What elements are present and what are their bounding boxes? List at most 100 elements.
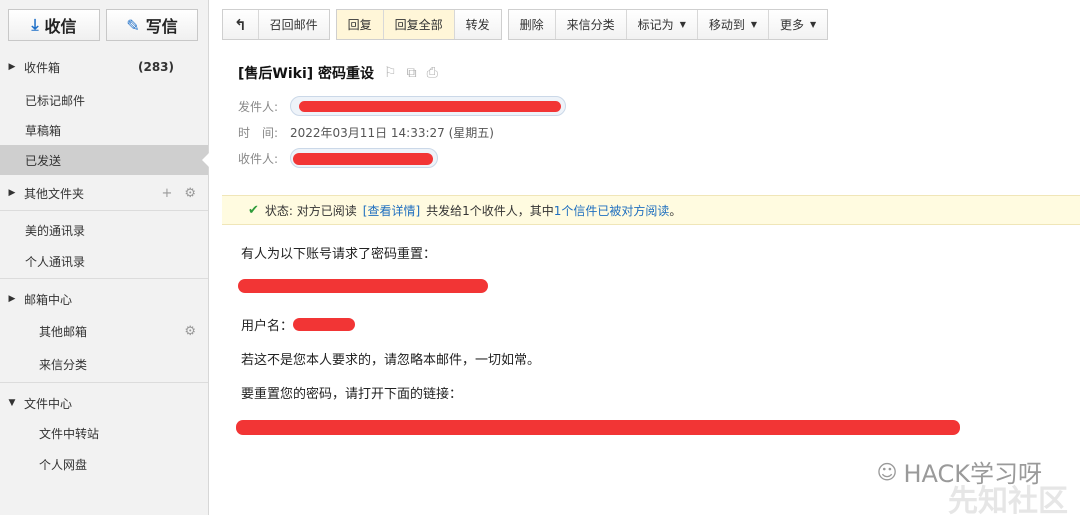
sidebar-item-company-contacts[interactable]: 美的通讯录 — [0, 215, 208, 245]
mail-toolbar: ↰ 召回邮件 回复 回复全部 转发 删除 来信分类 标记为 ▼ 移动到 ▼ 更多 ▼ — [222, 9, 829, 40]
view-details-link[interactable]: [查看详情] — [363, 202, 420, 219]
back-group: ↰ 召回邮件 — [222, 9, 330, 40]
recipient-chip[interactable] — [290, 148, 438, 168]
dropdown-arrow-icon: ▼ — [810, 20, 817, 29]
sidebar-item-other-mailbox[interactable]: 其他邮箱 ⚙ — [0, 316, 208, 346]
sidebar-item-personal-disk[interactable]: 个人网盘 — [0, 449, 208, 479]
sidebar-item-flagged[interactable]: 已标记邮件 — [0, 85, 208, 115]
wechat-icon: ☺ — [876, 459, 898, 484]
to-label: 收件人: — [238, 151, 279, 166]
to-row: 收件人: — [238, 148, 438, 168]
sidebar-item-personal-contacts[interactable]: 个人通讯录 — [0, 246, 208, 276]
summary-prefix: 共发给1个收件人，其中 — [426, 203, 554, 218]
mark-as-dropdown[interactable]: 标记为 ▼ — [626, 10, 698, 39]
move-to-dropdown[interactable]: 移动到 ▼ — [697, 10, 770, 39]
sidebar-item-label: 来信分类 — [39, 357, 88, 372]
delete-button[interactable]: 删除 — [508, 10, 556, 39]
mail-subject: [售后Wiki] 密码重设 ⚐ ⧉ ⎙ — [238, 63, 438, 83]
read-count-link[interactable]: 1个信件已被对方阅读 — [554, 204, 670, 218]
redaction — [293, 318, 356, 331]
sidebar-item-label: 邮箱中心 — [24, 292, 73, 307]
reply-button[interactable]: 回复 — [336, 10, 384, 39]
redaction — [238, 279, 488, 293]
forward-button[interactable]: 转发 — [454, 10, 501, 39]
divider — [0, 210, 208, 211]
sidebar-item-label: 个人网盘 — [39, 457, 88, 472]
reply-group: 回复 回复全部 转发 — [335, 9, 502, 40]
body-line-1: 有人为以下账号请求了密码重置： — [241, 247, 437, 262]
dropdown-arrow-icon: ▼ — [679, 20, 686, 29]
expand-arrow-icon[interactable]: ▶ — [0, 62, 24, 72]
sidebar-item-label: 收件箱 — [24, 60, 61, 75]
sidebar-item-file-center[interactable]: ▼ 文件中心 — [0, 388, 208, 418]
mailbox-tools: ⚙ — [184, 324, 196, 339]
sender-chip[interactable] — [290, 96, 566, 116]
time-row: 时 间: 2022年03月11日 14:33:27 (星期五) — [238, 124, 494, 141]
add-folder-icon[interactable]: + — [161, 186, 172, 201]
subject-text: [售后Wiki] 密码重设 — [238, 66, 375, 82]
gear-icon[interactable]: ⚙ — [184, 186, 196, 201]
back-arrow-icon: ↰ — [234, 15, 247, 34]
move-to-label: 移动到 — [708, 18, 745, 32]
sidebar-item-label: 已发送 — [25, 153, 62, 168]
gear-icon[interactable]: ⚙ — [184, 324, 196, 339]
from-row: 发件人: — [238, 96, 566, 116]
compose-mail-button[interactable]: ✎ 写信 — [106, 9, 198, 41]
divider — [0, 278, 208, 279]
reset-link-redaction[interactable] — [236, 420, 960, 435]
from-label: 发件人: — [238, 99, 279, 114]
sidebar-item-mail-center[interactable]: ▶ 邮箱中心 — [0, 284, 208, 314]
more-label: 更多 — [780, 18, 805, 32]
divider — [0, 382, 208, 383]
pencil-icon: ✎ — [126, 15, 140, 35]
compose-row: ⤓ 收信 ✎ 写信 — [8, 9, 198, 41]
reply-all-button[interactable]: 回复全部 — [383, 10, 455, 39]
folder-tools: + ⚙ — [161, 186, 196, 201]
read-status-bar: ✔ 状态: 对方已阅读 [查看详情] 共发给1个收件人，其中1个信件已被对方阅读… — [222, 195, 1080, 225]
collapse-arrow-icon[interactable]: ▼ — [0, 398, 24, 408]
mark-as-label: 标记为 — [637, 18, 674, 32]
watermark-secondary: 先知社区 — [948, 484, 1068, 519]
flag-icon[interactable]: ⚐ — [384, 65, 397, 81]
expand-arrow-icon[interactable]: ▶ — [0, 294, 24, 304]
sidebar-item-label: 已标记邮件 — [25, 93, 86, 108]
status-text: 状态: 对方已阅读 — [264, 203, 357, 218]
sidebar-item-sent[interactable]: 已发送 — [0, 145, 209, 175]
download-icon: ⤓ — [31, 15, 39, 34]
sidebar-item-label: 其他邮箱 — [39, 324, 88, 339]
sidebar-item-label: 文件中心 — [24, 396, 73, 411]
sidebar-item-other-folders[interactable]: ▶ 其他文件夹 + ⚙ — [0, 178, 208, 208]
unread-count: (283) — [138, 60, 175, 74]
sidebar-item-label: 其他文件夹 — [24, 186, 85, 201]
receive-label: 收信 — [44, 17, 77, 36]
classify-button[interactable]: 来信分类 — [555, 10, 627, 39]
body-line-3: 若这不是您本人要求的，请忽略本邮件，一切如常。 — [241, 353, 541, 368]
time-label: 时 间: — [238, 126, 279, 140]
sidebar-item-label: 个人通讯录 — [25, 254, 86, 269]
dropdown-arrow-icon: ▼ — [750, 20, 758, 29]
username-label: 用户名： — [241, 319, 294, 334]
redaction — [293, 153, 433, 165]
read-check-icon: ✔ — [248, 202, 259, 218]
summary-suffix: 。 — [669, 203, 682, 218]
sidebar: ⤓ 收信 ✎ 写信 ▶ 收件箱 (283) 已标记邮件 草稿箱 已发送 ▶ 其他… — [0, 0, 209, 515]
receive-mail-button[interactable]: ⤓ 收信 — [8, 9, 100, 41]
compose-label: 写信 — [145, 17, 178, 36]
sidebar-item-drafts[interactable]: 草稿箱 — [0, 115, 208, 145]
sidebar-item-file-transfer[interactable]: 文件中转站 — [0, 418, 208, 448]
sidebar-item-label: 美的通讯录 — [25, 223, 86, 238]
print-icon[interactable]: ⎙ — [427, 65, 438, 81]
time-value: 2022年03月11日 14:33:27 (星期五) — [290, 126, 494, 140]
sidebar-item-inbox[interactable]: ▶ 收件箱 (283) — [0, 52, 208, 82]
action-group: 删除 来信分类 标记为 ▼ 移动到 ▼ 更多 ▼ — [507, 9, 829, 40]
redaction — [299, 101, 561, 112]
more-dropdown[interactable]: 更多 ▼ — [769, 10, 828, 39]
back-button[interactable]: ↰ — [223, 10, 259, 39]
sidebar-item-label: 草稿箱 — [25, 123, 62, 138]
open-new-window-icon[interactable]: ⧉ — [407, 65, 417, 81]
status-summary: 共发给1个收件人，其中1个信件已被对方阅读。 — [426, 202, 681, 219]
sidebar-item-mail-classify[interactable]: 来信分类 — [0, 349, 208, 379]
recall-button[interactable]: 召回邮件 — [258, 10, 329, 39]
body-line-4: 要重置您的密码，请打开下面的链接： — [241, 387, 463, 402]
expand-arrow-icon[interactable]: ▶ — [0, 188, 24, 198]
